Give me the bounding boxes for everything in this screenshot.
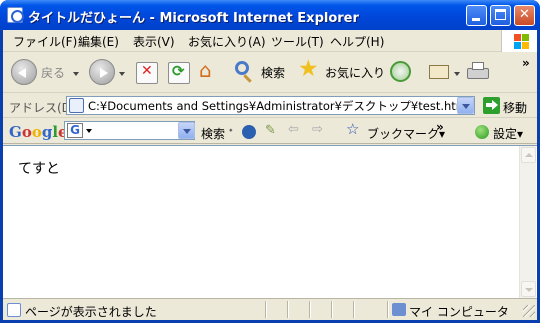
status-divider [309, 301, 311, 318]
page-content: てすと [3, 145, 537, 299]
status-divider [387, 301, 389, 318]
status-divider [265, 301, 267, 318]
menu-bar: ファイル(F) 編集(E) 表示(V) お気に入り(A) ツール(T) ヘルプ(… [3, 30, 537, 52]
page-icon [69, 98, 84, 113]
maximize-icon [495, 9, 506, 20]
refresh-button[interactable]: ⟳ [168, 62, 190, 84]
home-icon: ⌂ [199, 58, 212, 82]
page-text: てすと [18, 161, 60, 177]
menu-edit[interactable]: 編集(E) [78, 33, 119, 50]
page-loaded-icon [7, 303, 21, 317]
print-button[interactable] [465, 60, 491, 84]
bookmark-star-icon[interactable]: ☆ [346, 120, 360, 138]
next-icon[interactable]: ⇨ [312, 122, 326, 137]
title-bar[interactable]: タイトルだひょーん - Microsoft Internet Explorer … [0, 0, 540, 30]
history-icon [390, 61, 411, 82]
google-search-input[interactable]: G [64, 121, 195, 140]
window-frame: ファイル(F) 編集(E) 表示(V) お気に入り(A) ツール(T) ヘルプ(… [3, 30, 537, 320]
minimize-icon [472, 18, 480, 21]
address-url: C:¥Documents and Settings¥Administrator¥… [88, 99, 471, 113]
toolbar-chevron[interactable]: » [522, 56, 530, 70]
google-logo[interactable]: Google [9, 123, 68, 141]
status-divider [331, 301, 333, 318]
star-icon: ★ [298, 56, 319, 82]
status-text: ページが表示されました [25, 305, 157, 319]
search-icon [235, 61, 249, 75]
settings-menu[interactable]: 設定▾ [493, 125, 523, 142]
computer-zone-icon [392, 303, 406, 316]
refresh-icon: ⟳ [172, 62, 185, 80]
google-toolbar-chevron[interactable]: » [436, 120, 444, 134]
forward-dropdown-icon[interactable] [119, 72, 125, 76]
go-button[interactable]: 移動 [503, 99, 527, 116]
address-bar: アドレス(D) C:¥Documents and Settings¥Admini… [3, 94, 537, 118]
address-input[interactable]: C:¥Documents and Settings¥Administrator¥… [66, 96, 475, 115]
status-bar: ページが表示されました マイ コンピュータ [3, 298, 537, 320]
settings-icon[interactable] [475, 125, 489, 139]
stop-button[interactable]: ✕ [136, 62, 158, 84]
status-divider [287, 301, 289, 318]
pagerank-icon[interactable] [242, 125, 256, 139]
window-title: タイトルだひょーん - Microsoft Internet Explorer [28, 11, 359, 26]
google-menu-dropdown-icon[interactable] [86, 129, 92, 133]
close-icon: ✕ [519, 7, 530, 22]
menu-help[interactable]: ヘルプ(H) [330, 33, 384, 50]
ie-icon [7, 7, 24, 23]
stop-icon: ✕ [141, 63, 153, 79]
forward-button[interactable] [89, 59, 115, 85]
back-button[interactable] [11, 59, 37, 85]
google-search-dropdown-button[interactable] [178, 122, 195, 139]
google-toolbar: Google G 検索 ⬩ ✎ ⇦ ⇨ ☆ ブックマーク▾ » 設定▾ [3, 119, 537, 144]
mail-icon [429, 65, 449, 79]
windows-logo-icon [501, 30, 537, 52]
menu-file[interactable]: ファイル(F) [13, 33, 77, 50]
bookmarks-menu[interactable]: ブックマーク▾ [367, 125, 445, 142]
minimize-button[interactable] [466, 5, 487, 26]
favorites-label[interactable]: お気に入り [325, 64, 385, 81]
search-button[interactable] [233, 61, 257, 85]
search-label[interactable]: 検索 [261, 64, 285, 81]
back-dropdown-icon[interactable] [73, 72, 79, 76]
favorites-button[interactable]: ★ [298, 56, 322, 83]
security-zone: マイ コンピュータ [409, 305, 509, 319]
menu-tools[interactable]: ツール(T) [271, 33, 324, 50]
back-label: 戻る [41, 66, 66, 80]
maximize-button[interactable] [490, 5, 511, 26]
address-dropdown-button[interactable] [457, 97, 474, 114]
status-divider [353, 301, 355, 318]
home-button[interactable]: ⌂ [198, 58, 222, 84]
google-search-button[interactable]: 検索 [201, 125, 225, 142]
menu-favorites[interactable]: お気に入り(A) [188, 33, 266, 50]
prev-icon[interactable]: ⇦ [288, 122, 302, 137]
scroll-down-button[interactable] [521, 281, 536, 297]
close-button[interactable]: ✕ [514, 5, 535, 26]
standard-toolbar: 戻る ✕ ⟳ ⌂ 検索 ★ お気に入り » [3, 53, 537, 93]
news-icon[interactable]: ✎ [265, 123, 279, 138]
resize-grip[interactable] [523, 305, 535, 317]
mail-dropdown-icon[interactable] [454, 72, 460, 76]
browser-window: タイトルだひょーん - Microsoft Internet Explorer … [0, 0, 540, 323]
menu-view[interactable]: 表示(V) [133, 33, 175, 50]
resize-handle-icon[interactable]: ⬩ [229, 125, 243, 139]
google-g-icon: G [67, 123, 83, 138]
go-arrow-icon[interactable] [483, 97, 500, 114]
vertical-scrollbar[interactable] [519, 146, 536, 299]
mail-button[interactable] [428, 60, 452, 84]
scroll-up-button[interactable] [521, 147, 536, 163]
history-button[interactable] [389, 60, 413, 84]
